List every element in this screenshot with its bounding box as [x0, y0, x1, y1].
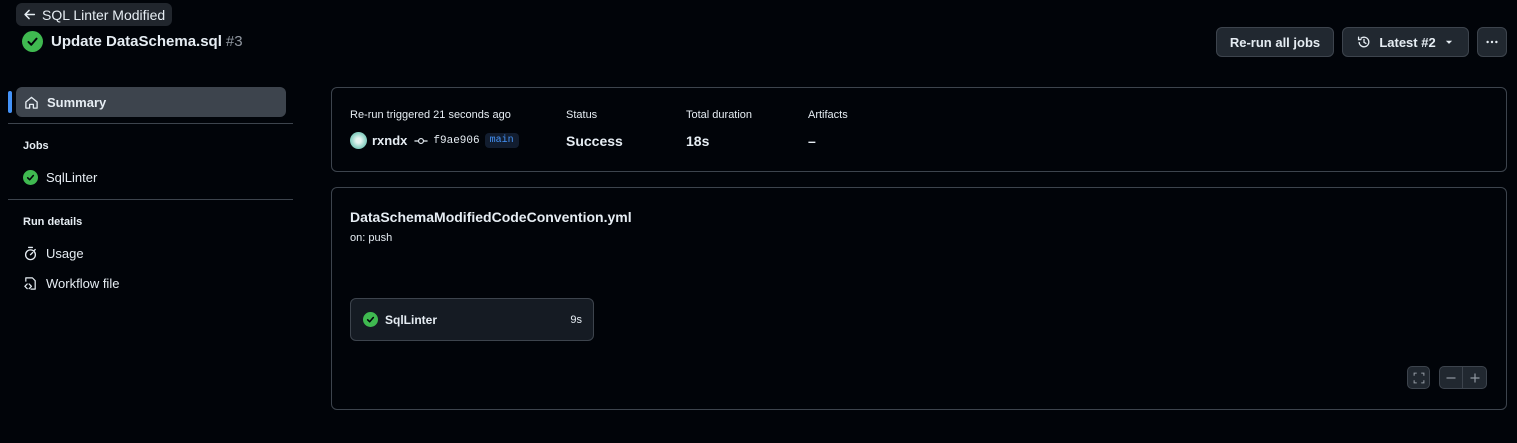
- active-item-indicator: [8, 91, 12, 113]
- attempt-selector-button[interactable]: Latest #2: [1342, 27, 1469, 57]
- sidebar-item-summary[interactable]: Summary: [16, 87, 286, 117]
- sidebar-item-summary-label: Summary: [47, 94, 107, 110]
- history-icon: [1358, 36, 1370, 48]
- workflow-file-name: DataSchemaModifiedCodeConvention.yml: [350, 209, 632, 225]
- job-node-name: SqlLinter: [385, 312, 438, 327]
- run-number: #3: [225, 32, 243, 50]
- actor-row: rxndx f9ae906 main: [350, 132, 519, 149]
- arrow-left-icon: [24, 9, 36, 20]
- job-node-duration: 9s: [570, 313, 582, 326]
- job-label: SqlLinter: [46, 169, 98, 185]
- branch-label[interactable]: main: [484, 133, 519, 148]
- artifacts-value: –: [808, 133, 816, 149]
- status-value: Success: [566, 133, 623, 149]
- git-commit-icon: [414, 137, 428, 144]
- run-details-heading: Run details: [23, 216, 83, 228]
- sidebar-item-job-sqllinter[interactable]: SqlLinter: [23, 167, 97, 187]
- stopwatch-icon: [24, 246, 37, 260]
- sidebar-divider: [8, 123, 293, 124]
- artifacts-column: Artifacts –: [808, 109, 848, 149]
- trigger-label: Re-run triggered 21 seconds ago: [350, 109, 511, 121]
- kebab-horizontal-icon: [1486, 40, 1498, 44]
- rerun-all-jobs-button[interactable]: Re-run all jobs: [1216, 27, 1334, 57]
- workflow-file-label: Workflow file: [46, 275, 120, 291]
- status-column: Status Success: [566, 109, 623, 149]
- attempt-label: Latest #2: [1379, 34, 1436, 50]
- duration-value[interactable]: 18s: [686, 133, 752, 149]
- zoom-in-button[interactable]: [1462, 366, 1487, 389]
- trigger-column: Re-run triggered 21 seconds ago rxndx f9…: [350, 109, 519, 149]
- duration-column: Total duration 18s: [686, 109, 752, 149]
- file-code-icon: [24, 276, 36, 290]
- success-check-icon: [22, 30, 43, 52]
- success-check-icon: [363, 312, 378, 327]
- status-label: Status: [566, 109, 598, 121]
- usage-label: Usage: [46, 245, 84, 261]
- rerun-all-jobs-label: Re-run all jobs: [1229, 34, 1321, 50]
- workflow-trigger: on: push: [350, 232, 393, 244]
- dash-icon: [1446, 376, 1456, 379]
- sidebar-item-usage[interactable]: Usage: [23, 243, 84, 263]
- commit-sha-link[interactable]: f9ae906: [433, 135, 479, 147]
- run-title: Update DataSchema.sql #3: [22, 30, 243, 52]
- sidebar-divider: [8, 199, 293, 200]
- caret-down-icon: [1445, 40, 1452, 44]
- run-title-label: Update DataSchema.sql: [51, 32, 222, 50]
- sidebar-item-workflow-file[interactable]: Workflow file: [23, 273, 119, 293]
- screen-full-icon: [1413, 372, 1424, 383]
- artifacts-label: Artifacts: [808, 109, 848, 121]
- workflow-graph-card: DataSchemaModifiedCodeConvention.yml on:…: [331, 187, 1507, 410]
- home-icon: [25, 96, 38, 109]
- zoom-out-button[interactable]: [1439, 366, 1463, 389]
- success-check-icon: [23, 169, 38, 185]
- duration-label: Total duration: [686, 109, 753, 121]
- run-summary-card: Re-run triggered 21 seconds ago rxndx f9…: [331, 87, 1507, 172]
- actor-name[interactable]: rxndx: [372, 133, 407, 148]
- back-to-workflow-link[interactable]: SQL Linter Modified: [16, 3, 173, 26]
- more-options-button[interactable]: [1477, 27, 1507, 57]
- back-link-label: SQL Linter Modified: [42, 6, 166, 23]
- fullscreen-button[interactable]: [1407, 366, 1430, 389]
- workflow-run-page: SQL Linter Modified Update DataSchema.sq…: [0, 0, 1517, 443]
- job-node-sqllinter[interactable]: SqlLinter 9s: [350, 298, 594, 341]
- jobs-heading: Jobs: [23, 140, 49, 152]
- plus-icon: [1470, 373, 1479, 382]
- run-title-text: Update DataSchema.sql #3: [51, 33, 243, 50]
- avatar[interactable]: [350, 132, 367, 149]
